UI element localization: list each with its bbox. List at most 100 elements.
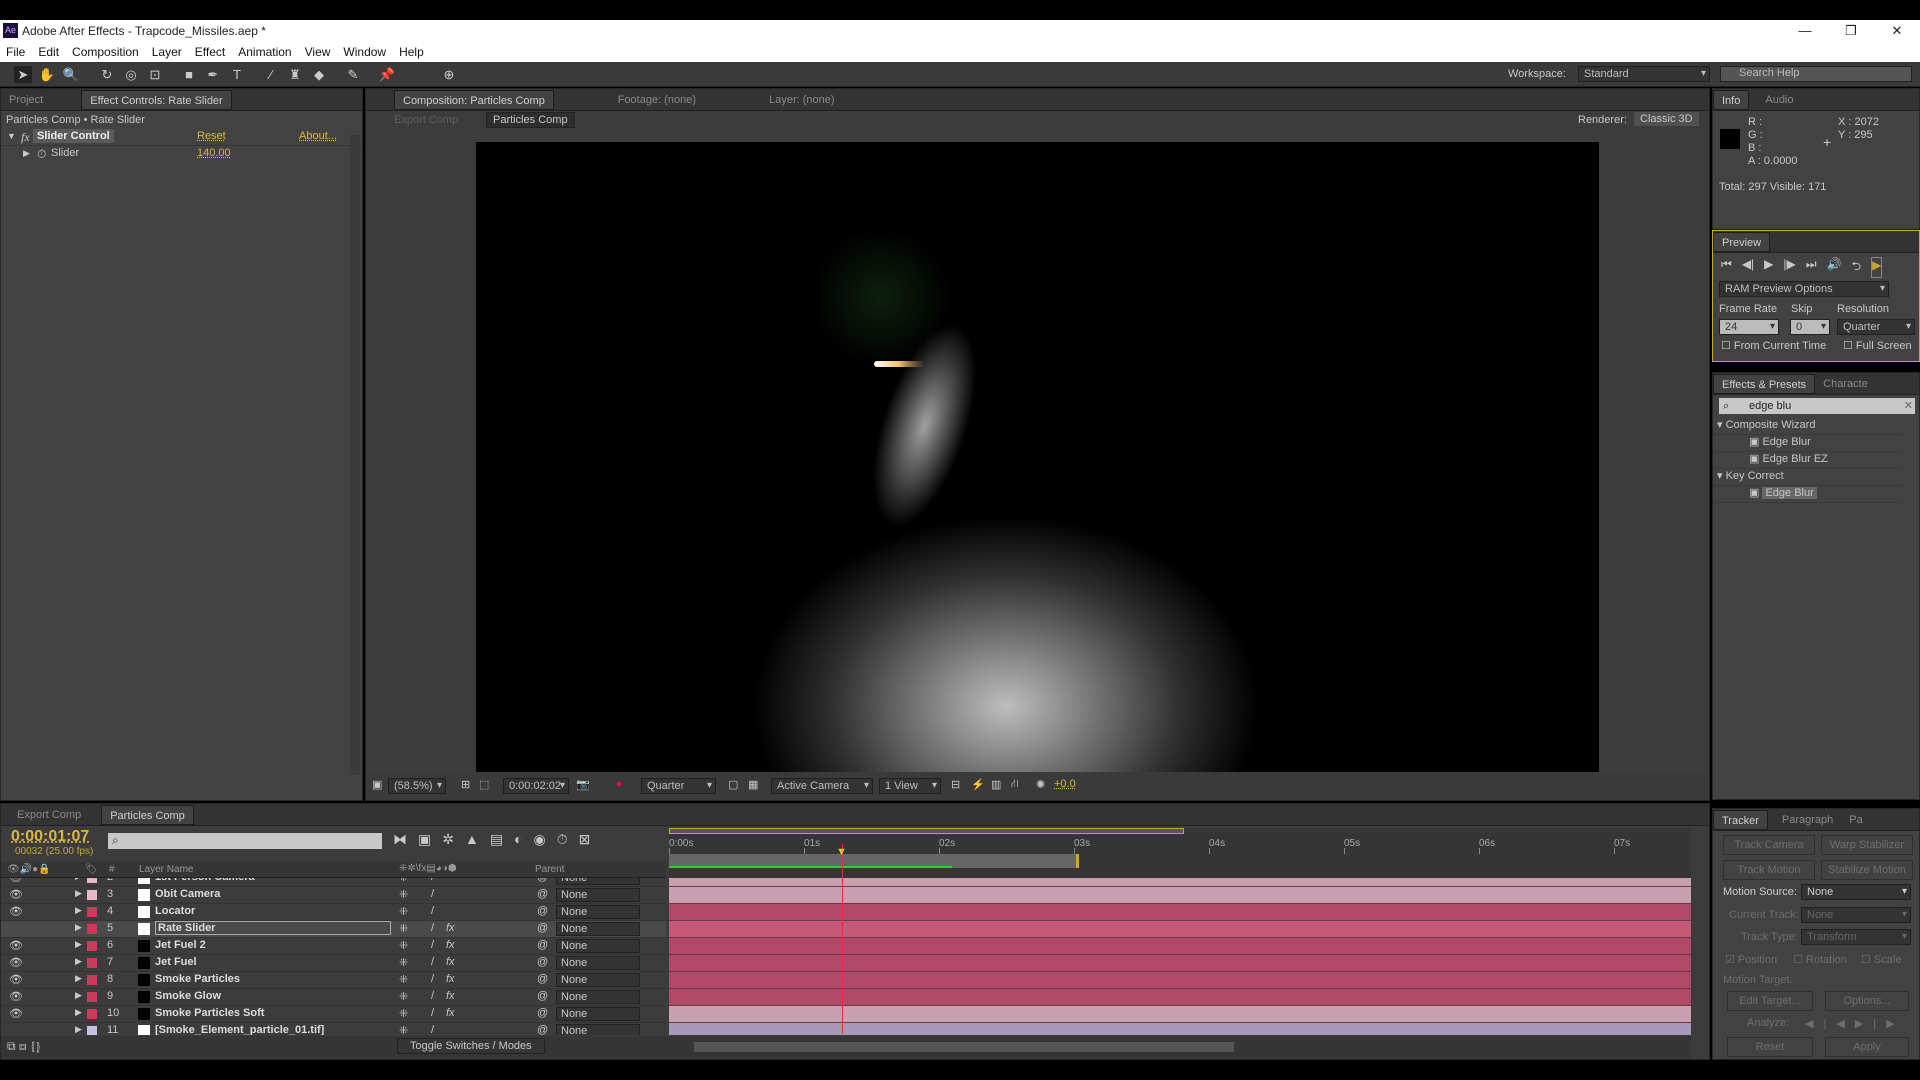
expand-icon[interactable]: ▶ [75,973,82,984]
options-button[interactable]: Options... [1825,991,1909,1011]
pickwhip-icon[interactable]: @ [537,956,548,968]
parent-dropdown[interactable]: None [556,922,640,936]
time-ruler[interactable]: 0:00s 01s 02s 03s 04s 05s 06s 07s [669,828,1691,878]
layer-track-bar[interactable] [669,989,1691,1006]
quality-switch[interactable]: / [431,939,434,951]
track-type-dropdown[interactable]: Transform [1801,929,1911,945]
magnification-dropdown[interactable]: (58.5%) [388,778,446,794]
zoom-tool-icon[interactable]: 🔍 [62,66,80,83]
pickwhip-icon[interactable]: @ [537,939,548,951]
menu-composition[interactable]: Composition [72,45,139,59]
axis-mode-icon[interactable]: ⊕ [440,66,458,83]
tab-info[interactable]: Info [1713,89,1750,110]
toggle-switches-modes-button[interactable]: Toggle Switches / Modes [397,1038,545,1054]
motion-source-dropdown[interactable]: None [1801,884,1911,900]
quality-switch[interactable]: / [431,1007,434,1019]
tab-layer[interactable]: Layer: (none) [732,90,872,110]
layer-row[interactable]: 👁 ▶ 6 Jet Fuel 2 ⁜ / fx @ None [1,938,666,955]
frame-rate-dropdown[interactable]: 24 [1719,319,1779,335]
menu-help[interactable]: Help [399,45,424,59]
camera-dropdown[interactable]: Active Camera [771,778,873,794]
fast-previews-icon[interactable]: ⚡ [971,778,985,791]
draft-3d-icon[interactable]: ▣ [418,831,431,848]
stabilize-motion-button[interactable]: Stabilize Motion [1821,860,1913,880]
last-frame-icon[interactable]: ⏭ [1806,257,1817,278]
about-link[interactable]: About... [299,130,337,142]
analyze-controls[interactable]: ◀|◀▶|▶ [1805,1017,1905,1030]
graph-editor-icon[interactable]: ◐ [514,831,522,848]
renderer-button[interactable]: Classic 3D [1634,112,1699,126]
exposure-value[interactable]: +0.0 [1054,778,1076,790]
fx-icon[interactable]: fx [21,130,30,145]
quality-switch[interactable]: / [431,922,434,934]
layer-track-bar[interactable] [669,887,1691,904]
current-track-dropdown[interactable]: None [1801,907,1911,923]
brush-tool-icon[interactable]: ⁄ [262,66,280,83]
layer-track-bar[interactable] [669,955,1691,972]
layer-name[interactable]: Smoke Particles Soft [155,1007,264,1019]
expand-icon[interactable]: ▶ [75,956,82,967]
transparency-grid-icon[interactable]: ▦ [748,778,758,791]
fx-switch[interactable]: fx [446,956,455,968]
footer-icons[interactable]: ⧉ ⧈ ⦃⦄ [7,1039,41,1054]
fx-switch[interactable]: fx [446,939,455,951]
motion-blur-icon[interactable]: ▤ [490,831,503,848]
pickwhip-icon[interactable]: @ [537,1024,548,1035]
current-time-indicator[interactable] [842,844,843,1034]
from-current-time-checkbox[interactable]: ☐ From Current Time [1721,339,1826,352]
region-icon[interactable]: ▣ [372,778,382,791]
layer-row[interactable]: 👁 ▶ 9 Smoke Glow ⁜ / fx @ None [1,989,666,1006]
layer-row[interactable]: 👁 ▶ 10 Smoke Particles Soft ⁜ / fx @ Non… [1,1006,666,1023]
maximize-button[interactable]: ❐ [1828,20,1874,42]
work-area-bar[interactable] [669,828,1184,834]
safe-zones-icon[interactable]: ⊞ [461,778,470,791]
pickwhip-icon[interactable]: @ [537,922,548,934]
quality-switch[interactable]: / [431,1024,434,1035]
nav-export-comp[interactable]: Export Comp [394,114,458,126]
layer-name[interactable]: Smoke Glow [155,990,221,1002]
pickwhip-icon[interactable]: @ [537,973,548,985]
current-timecode[interactable]: 0:00:01:07 [11,828,89,846]
puppet-pin-icon[interactable]: 📌 [378,66,396,83]
resolution-dropdown[interactable]: Quarter [641,778,716,794]
camera-orbit-icon[interactable]: ◎ [122,66,140,83]
parent-dropdown[interactable]: None [556,1007,640,1021]
layer-name[interactable]: Jet Fuel [155,956,197,968]
layer-name[interactable]: Locator [155,905,195,917]
layer-search-input[interactable]: ⌕ [108,833,382,849]
selection-tool-icon[interactable]: ➤ [14,66,32,83]
nav-particles-comp[interactable]: Particles Comp [486,112,575,128]
visibility-icon[interactable]: 👁 [9,888,23,901]
label-color[interactable] [87,1009,97,1019]
label-color[interactable] [87,992,97,1002]
parent-dropdown[interactable]: None [556,956,640,970]
effect-group[interactable]: ▾ Composite Wizard [1713,418,1903,435]
tab-audio[interactable]: Audio [1757,90,1801,110]
label-color[interactable] [87,975,97,985]
quality-switch[interactable]: / [431,990,434,1002]
pickwhip-icon[interactable]: @ [537,878,548,883]
playhead-icon[interactable]: ▼ [836,846,847,858]
shy-switch[interactable]: ⁜ [399,956,408,969]
fast-preview-icon[interactable]: ▢ [728,778,738,791]
pickwhip-icon[interactable]: @ [537,990,548,1002]
reset-button[interactable]: Reset [1727,1037,1813,1057]
clone-stamp-icon[interactable]: ♜ [286,66,304,83]
clear-search-icon[interactable]: ✕ [1904,398,1913,414]
roto-brush-icon[interactable]: ✎ [344,66,362,83]
menu-effect[interactable]: Effect [195,45,225,59]
label-color[interactable] [87,1026,97,1035]
full-screen-checkbox[interactable]: ☐ Full Screen [1843,339,1912,352]
parent-dropdown[interactable]: None [556,990,640,1004]
layer-row[interactable]: 👁 ▶ 8 Smoke Particles ⁜ / fx @ None [1,972,666,989]
shy-switch[interactable]: ⁜ [399,1007,408,1020]
brainstorm-icon[interactable]: ◉ [534,831,546,848]
pickwhip-icon[interactable]: @ [537,905,548,917]
expand-icon[interactable]: ▶ [23,148,30,159]
menu-view[interactable]: View [305,45,331,59]
next-frame-icon[interactable]: |▶ [1783,257,1795,278]
parent-dropdown[interactable]: None [556,939,640,953]
shy-switch[interactable]: ⁜ [399,905,408,918]
timeline-scrollbar[interactable] [694,1042,1234,1052]
visibility-icon[interactable]: 👁 [9,905,23,918]
